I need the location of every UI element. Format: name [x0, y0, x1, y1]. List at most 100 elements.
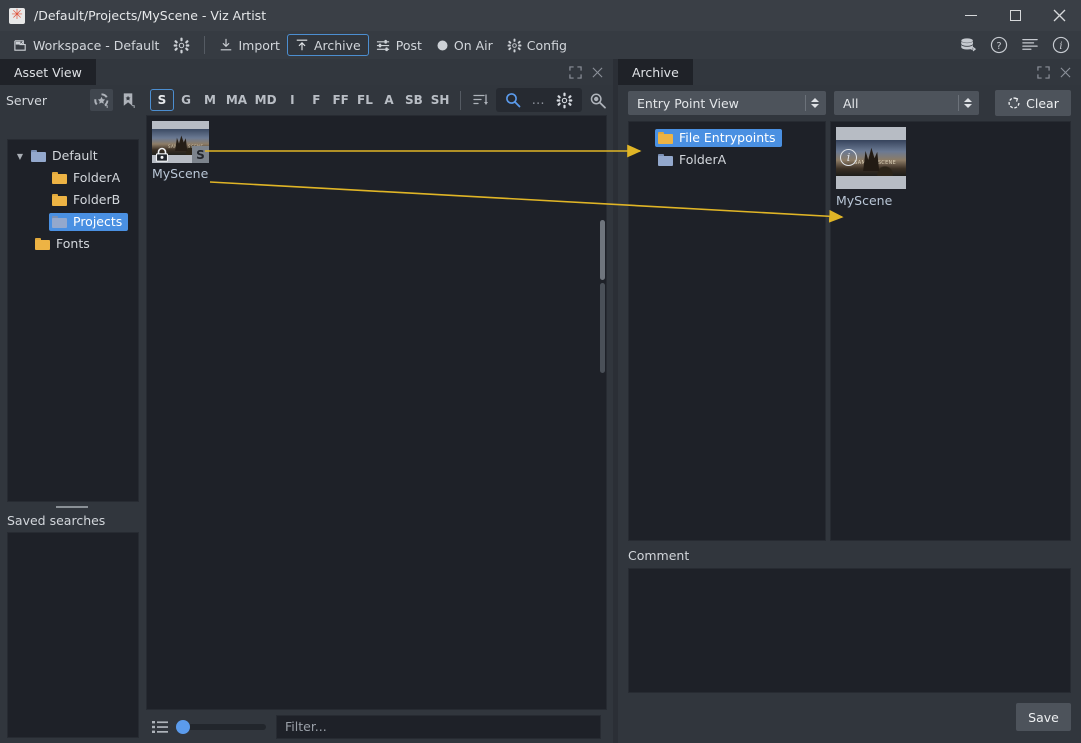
search-advanced-icon[interactable]	[588, 89, 609, 111]
type-filter-sb[interactable]: SB	[401, 89, 427, 111]
type-filter-s[interactable]: S	[150, 89, 174, 111]
archive-tree-item-label: FolderA	[679, 152, 726, 167]
archive-label: Archive	[314, 38, 361, 53]
asset-view-panel: Asset View Server	[0, 59, 613, 743]
archive-panel-expand-button[interactable]	[1037, 66, 1050, 79]
asset-grid-scrollbar-track[interactable]	[600, 283, 605, 373]
server-tree[interactable]: ▼ Default FolderA FolderB Projects	[7, 139, 139, 502]
settings-icon[interactable]	[553, 89, 577, 111]
viz-artist-window: /Default/Projects/MyScene - Viz Artist W…	[0, 0, 1081, 743]
asset-item-myscene[interactable]: SAMPLE SCENE S MyScene	[152, 121, 212, 181]
config-button[interactable]: Config	[500, 34, 574, 56]
import-button[interactable]: Import	[212, 34, 287, 56]
asset-grid-scrollbar[interactable]	[600, 220, 605, 280]
refresh-server-icon[interactable]	[90, 89, 113, 111]
comment-input[interactable]	[628, 568, 1071, 693]
settings-gear-button[interactable]	[166, 34, 197, 56]
folder-icon	[31, 150, 46, 162]
tab-archive[interactable]: Archive	[618, 59, 693, 85]
tree-item-label: Projects	[73, 214, 122, 229]
close-button[interactable]	[1037, 0, 1081, 31]
panel-resize-handle[interactable]	[56, 506, 88, 508]
entry-point-view-select[interactable]: Entry Point View	[628, 91, 826, 115]
tree-item-foldera[interactable]: FolderA	[8, 167, 138, 189]
asset-type-filter-bar: S G M MA MD I F FF FL A SB SH	[146, 85, 613, 115]
asset-type-badge: S	[192, 146, 209, 163]
config-label: Config	[527, 38, 567, 53]
sort-icon[interactable]	[470, 89, 491, 111]
clear-button[interactable]: Clear	[995, 90, 1071, 116]
asset-label: MyScene	[152, 166, 212, 181]
save-button[interactable]: Save	[1016, 703, 1071, 731]
filter-input[interactable]: Filter...	[276, 715, 601, 739]
asset-panel-expand-button[interactable]	[569, 66, 582, 79]
post-button[interactable]: Post	[369, 34, 429, 56]
info-badge-icon: i	[840, 149, 857, 166]
tab-asset-view[interactable]: Asset View	[0, 59, 96, 85]
svg-text:i: i	[1059, 41, 1062, 52]
asset-bottom-bar: Filter...	[146, 710, 607, 743]
asset-panel-close-button[interactable]	[592, 67, 603, 78]
folder-icon	[35, 238, 50, 250]
type-filter-i[interactable]: I	[280, 89, 304, 111]
slider-handle[interactable]	[176, 720, 190, 734]
help-icon[interactable]: ?	[990, 36, 1008, 54]
workspace-icon	[13, 38, 28, 53]
type-filter-fl[interactable]: FL	[353, 89, 377, 111]
type-filter-sh[interactable]: SH	[427, 89, 454, 111]
onair-button[interactable]: On Air	[429, 34, 500, 56]
folder-icon	[658, 132, 673, 144]
folder-icon	[52, 216, 67, 228]
bookmark-icon[interactable]	[117, 89, 140, 111]
folder-icon	[658, 154, 673, 166]
info-icon[interactable]: i	[1052, 36, 1070, 54]
minimize-icon	[965, 15, 977, 16]
post-icon	[376, 38, 391, 53]
chevron-updown-icon	[964, 98, 975, 108]
maximize-icon	[1010, 10, 1021, 21]
more-icon[interactable]: …	[527, 89, 551, 111]
server-header: Server	[0, 85, 146, 115]
asset-grid[interactable]: SAMPLE SCENE S MyScene	[146, 115, 607, 710]
tree-item-label: FolderA	[73, 170, 120, 185]
chevron-down-icon[interactable]: ▼	[12, 152, 28, 161]
import-icon	[219, 38, 233, 52]
type-filter-ma[interactable]: MA	[222, 89, 251, 111]
chevron-updown-icon	[811, 98, 822, 108]
list-view-icon[interactable]	[152, 720, 168, 734]
type-filter-f[interactable]: F	[304, 89, 328, 111]
tree-item-projects[interactable]: Projects	[8, 211, 138, 233]
database-icon[interactable]	[959, 36, 977, 54]
archive-tree[interactable]: File Entrypoints FolderA	[628, 121, 826, 541]
maximize-button[interactable]	[993, 0, 1037, 31]
tree-item-default[interactable]: ▼ Default	[8, 145, 138, 167]
clear-icon	[1007, 96, 1021, 110]
search-icon[interactable]	[501, 89, 525, 111]
archive-tree-item-file-entrypoints[interactable]: File Entrypoints	[629, 127, 825, 149]
lock-icon	[154, 147, 170, 162]
tree-item-fonts[interactable]: Fonts	[8, 233, 138, 255]
import-label: Import	[238, 38, 280, 53]
thumb-caption: SAMPLE SCENE	[854, 160, 896, 166]
archive-asset-thumbnail: SAMPLE SCENE i	[836, 127, 906, 189]
archive-type-select[interactable]: All	[834, 91, 979, 115]
saved-searches-list[interactable]	[7, 532, 139, 738]
archive-asset-list[interactable]: SAMPLE SCENE i MyScene	[830, 121, 1071, 541]
type-filter-ff[interactable]: FF	[328, 89, 353, 111]
log-icon[interactable]	[1021, 36, 1039, 54]
type-filter-md[interactable]: MD	[251, 89, 280, 111]
tree-item-folderb[interactable]: FolderB	[8, 189, 138, 211]
minimize-button[interactable]	[949, 0, 993, 31]
thumbnail-size-slider[interactable]	[178, 724, 266, 730]
archive-button[interactable]: Archive	[287, 34, 369, 56]
archive-panel-close-button[interactable]	[1060, 67, 1071, 78]
archive-asset-label: MyScene	[836, 193, 908, 208]
archive-asset-item-myscene[interactable]: SAMPLE SCENE i MyScene	[836, 127, 908, 208]
workspace-button[interactable]: Workspace - Default	[6, 34, 166, 56]
type-filter-g[interactable]: G	[174, 89, 198, 111]
asset-thumbnail: SAMPLE SCENE S	[152, 121, 209, 163]
archive-tree-item-foldera[interactable]: FolderA	[629, 149, 825, 171]
type-filter-a[interactable]: A	[377, 89, 401, 111]
close-icon	[1053, 9, 1066, 22]
type-filter-m[interactable]: M	[198, 89, 222, 111]
